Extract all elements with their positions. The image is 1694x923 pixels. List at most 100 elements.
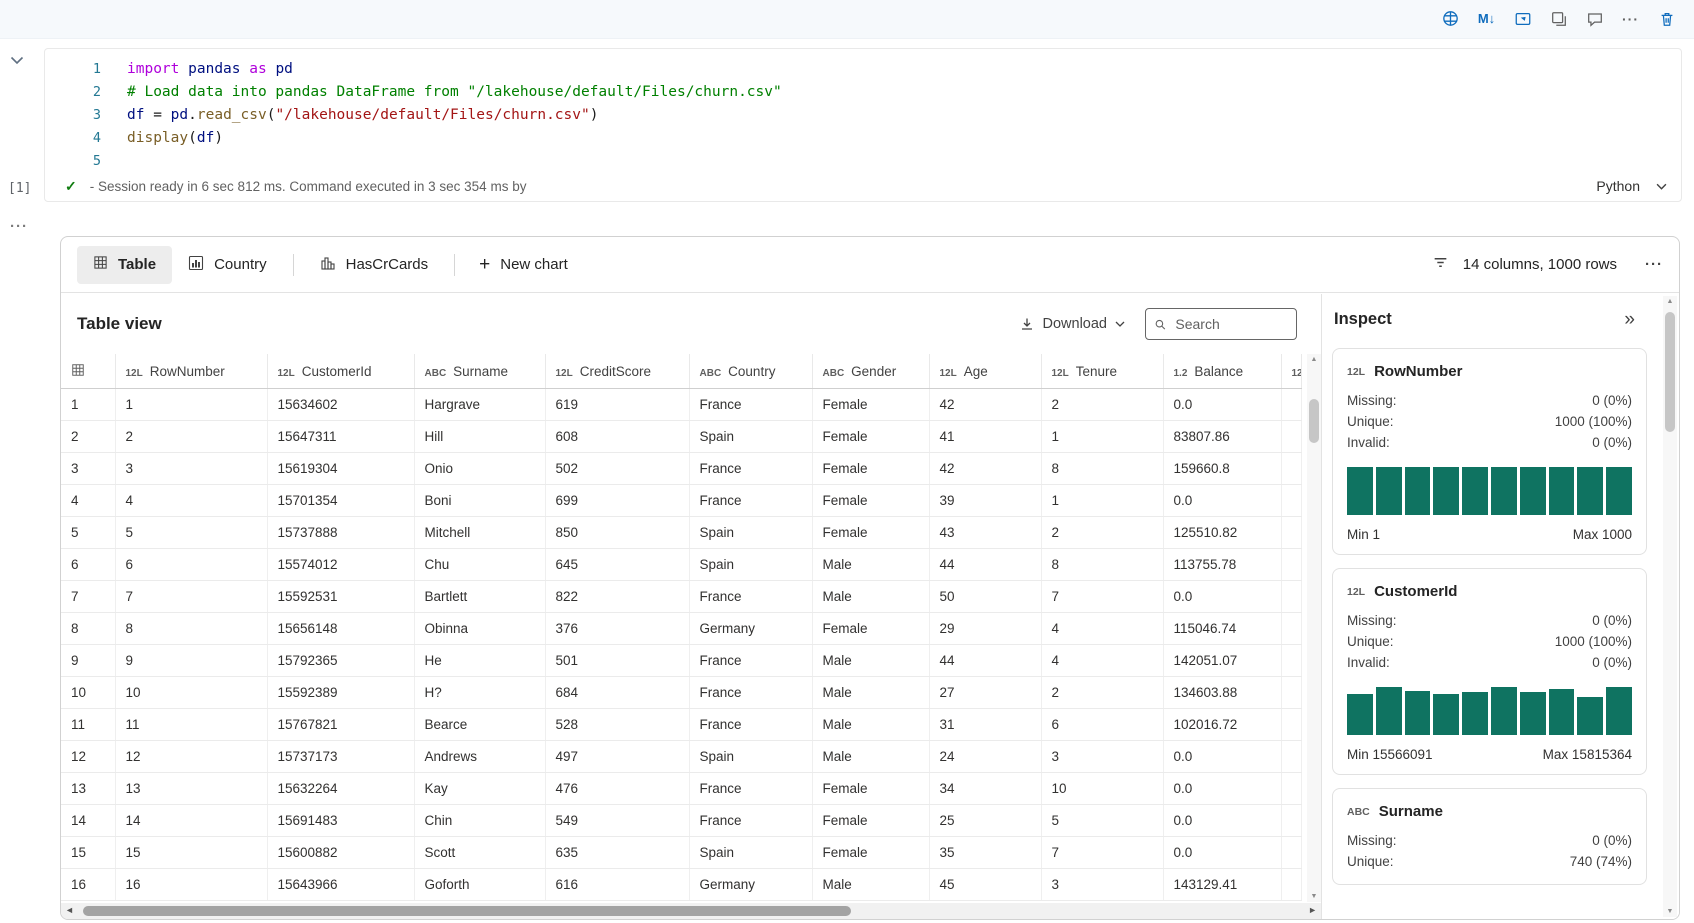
table-cell: 0.0 bbox=[1163, 740, 1282, 773]
cell-more-actions[interactable]: ··· bbox=[10, 218, 28, 235]
scroll-down-icon[interactable]: ▼ bbox=[1663, 908, 1677, 915]
data-wrangler-icon[interactable] bbox=[1437, 5, 1464, 32]
table-cell: Male bbox=[812, 708, 930, 741]
code-line[interactable]: 5 bbox=[45, 150, 1681, 173]
inspect-column-name: CustomerId bbox=[1374, 583, 1458, 600]
inspect-panel: Inspect » 12L RowNumber Missing: 0 (0%) Uniq… bbox=[1322, 294, 1679, 919]
code-line[interactable]: 2 # Load data into pandas DataFrame from … bbox=[45, 81, 1681, 104]
scroll-right-icon[interactable]: ► bbox=[1308, 905, 1317, 915]
row-index-cell: 3 bbox=[61, 452, 116, 485]
filter-icon[interactable] bbox=[1432, 254, 1449, 276]
table-row[interactable]: 13 13 15632264 Kay 476 France Female 34 10 0.0 bbox=[61, 772, 1302, 805]
column-header[interactable]: ABC Gender bbox=[812, 354, 930, 389]
results-more-options[interactable]: ··· bbox=[1645, 256, 1663, 273]
table-cell: Female bbox=[812, 612, 930, 645]
histogram-bar bbox=[1519, 467, 1546, 515]
table-cell: 44 bbox=[929, 548, 1042, 581]
column-header[interactable]: ABC Country bbox=[689, 354, 813, 389]
table-cell: 34 bbox=[929, 772, 1042, 805]
scroll-down-icon[interactable]: ▼ bbox=[1307, 893, 1321, 900]
table-cell: 376 bbox=[545, 612, 690, 645]
table-row[interactable]: 16 16 15643966 Goforth 616 Germany Male 45 3 1431… bbox=[61, 868, 1302, 901]
tab-country[interactable]: Country bbox=[172, 246, 283, 284]
table-row[interactable]: 12 12 15737173 Andrews 497 Spain Male 24 3 0.0 bbox=[61, 740, 1302, 773]
new-chart-button[interactable]: + New chart bbox=[465, 255, 582, 274]
table-row[interactable]: 1 1 15634602 Hargrave 619 France Female 42 2 0.0 bbox=[61, 388, 1302, 421]
code-token: . bbox=[188, 107, 197, 123]
markdown-icon[interactable]: M↓ bbox=[1473, 5, 1500, 32]
table-cell: 15691483 bbox=[267, 804, 415, 837]
language-picker[interactable]: Python bbox=[1596, 178, 1667, 194]
column-header[interactable]: 12L RowNumber bbox=[115, 354, 268, 389]
table-row[interactable]: 6 6 15574012 Chu 645 Spain Male 44 8 113755.78 bbox=[61, 548, 1302, 581]
column-header[interactable]: 1.2 Balance bbox=[1163, 354, 1282, 389]
table-cell: 616 bbox=[545, 868, 690, 901]
tab-hascrcards[interactable]: HasCrCards bbox=[304, 246, 445, 284]
tab-table[interactable]: Table bbox=[77, 245, 173, 284]
table-cell: 45 bbox=[929, 868, 1042, 901]
column-name: CustomerId bbox=[301, 363, 372, 379]
search-input[interactable] bbox=[1173, 315, 1288, 333]
split-cell-icon[interactable] bbox=[1545, 5, 1572, 32]
table-row[interactable]: 9 9 15792365 He 501 France Male 44 4 142051.07 bbox=[61, 644, 1302, 677]
table-row[interactable]: 3 3 15619304 Onio 502 France Female 42 8 159660.8 bbox=[61, 452, 1302, 485]
column-header[interactable]: ABC Surname bbox=[414, 354, 546, 389]
scroll-left-icon[interactable]: ◄ bbox=[65, 905, 74, 915]
column-header[interactable]: 12L CustomerId bbox=[267, 354, 415, 389]
convert-cell-icon[interactable] bbox=[1509, 5, 1536, 32]
min-label: Min 15566091 bbox=[1347, 747, 1433, 762]
code-line[interactable]: 1 import pandas as pd bbox=[45, 58, 1681, 81]
inspect-card-title: 12L RowNumber bbox=[1347, 363, 1632, 380]
table-cell: 15634602 bbox=[267, 388, 415, 421]
column-header[interactable]: 12L Tenure bbox=[1041, 354, 1164, 389]
delete-icon[interactable] bbox=[1653, 5, 1680, 32]
collapse-panel-icon[interactable]: » bbox=[1624, 310, 1635, 329]
table-cell: Female bbox=[812, 516, 930, 549]
table-cell: 549 bbox=[545, 804, 690, 837]
vertical-scrollbar[interactable]: ▲ ▼ bbox=[1307, 354, 1321, 902]
code-editor[interactable]: 1 import pandas as pd 2 # Load data into pa… bbox=[45, 49, 1681, 173]
table-row[interactable]: 8 8 15656148 Obinna 376 Germany Female 29 4 11504… bbox=[61, 612, 1302, 645]
table-cell: Goforth bbox=[414, 868, 546, 901]
vertical-scrollbar-thumb[interactable] bbox=[1309, 399, 1319, 443]
table-cell: Mitchell bbox=[414, 516, 546, 549]
column-header[interactable]: 12L Age bbox=[929, 354, 1042, 389]
inspect-scrollbar-thumb[interactable] bbox=[1665, 312, 1675, 432]
table-row[interactable]: 4 4 15701354 Boni 699 France Female 39 1 0.0 bbox=[61, 484, 1302, 517]
table-row[interactable]: 2 2 15647311 Hill 608 Spain Female 41 1 83807.86 bbox=[61, 420, 1302, 453]
stat-value: 740 (74%) bbox=[1569, 854, 1632, 869]
table-row[interactable]: 15 15 15600882 Scott 635 Spain Female 35 7 0.0 bbox=[61, 836, 1302, 869]
table-cell: 1 bbox=[1041, 484, 1164, 517]
code-token: ( bbox=[188, 130, 197, 146]
column-header[interactable]: 12L bbox=[1281, 354, 1302, 389]
code-line[interactable]: 4 display(df) bbox=[45, 127, 1681, 150]
histogram-bar bbox=[1548, 689, 1575, 735]
collapse-cell-icon[interactable] bbox=[10, 52, 24, 70]
column-header[interactable]: 12L CreditScore bbox=[545, 354, 690, 389]
table-row[interactable]: 10 10 15592389 H? 684 France Male 27 2 134603.88 bbox=[61, 676, 1302, 709]
results-panel: Table Country HasCrCards + New chart 14 … bbox=[60, 236, 1680, 920]
column-type-icon: 12L bbox=[125, 367, 143, 379]
horizontal-scrollbar[interactable]: ◄ ► bbox=[61, 903, 1321, 919]
table-row[interactable]: 5 5 15737888 Mitchell 850 Spain Female 43 2 12551… bbox=[61, 516, 1302, 549]
table-cell: 12 bbox=[115, 740, 268, 773]
column-type-icon: 12L bbox=[555, 367, 573, 379]
table-row[interactable]: 14 14 15691483 Chin 549 France Female 25 5 0.0 bbox=[61, 804, 1302, 837]
table-row[interactable]: 11 11 15767821 Bearce 528 France Male 31 6 102016… bbox=[61, 708, 1302, 741]
histogram-bar bbox=[1606, 687, 1632, 735]
code-line[interactable]: 3 df = pd.read_csv("/lakehouse/default/Fi… bbox=[45, 104, 1681, 127]
comment-icon[interactable] bbox=[1581, 5, 1608, 32]
download-button[interactable]: Download bbox=[1019, 316, 1126, 332]
table-row[interactable]: 7 7 15592531 Bartlett 822 France Male 50 7 0.0 bbox=[61, 580, 1302, 613]
histogram bbox=[1347, 467, 1632, 515]
more-options-icon[interactable]: ··· bbox=[1617, 5, 1644, 32]
horizontal-scrollbar-thumb[interactable] bbox=[83, 906, 851, 916]
table-cell: 608 bbox=[545, 420, 690, 453]
column-name: CreditScore bbox=[579, 363, 652, 379]
table-cell: 15767821 bbox=[267, 708, 415, 741]
stat-row: Unique: 1000 (100%) bbox=[1347, 631, 1632, 652]
inspect-scrollbar[interactable]: ▲ ▼ bbox=[1663, 296, 1677, 917]
tab-divider bbox=[454, 253, 456, 276]
scroll-up-icon[interactable]: ▲ bbox=[1663, 298, 1677, 305]
scroll-up-icon[interactable]: ▲ bbox=[1307, 356, 1321, 363]
